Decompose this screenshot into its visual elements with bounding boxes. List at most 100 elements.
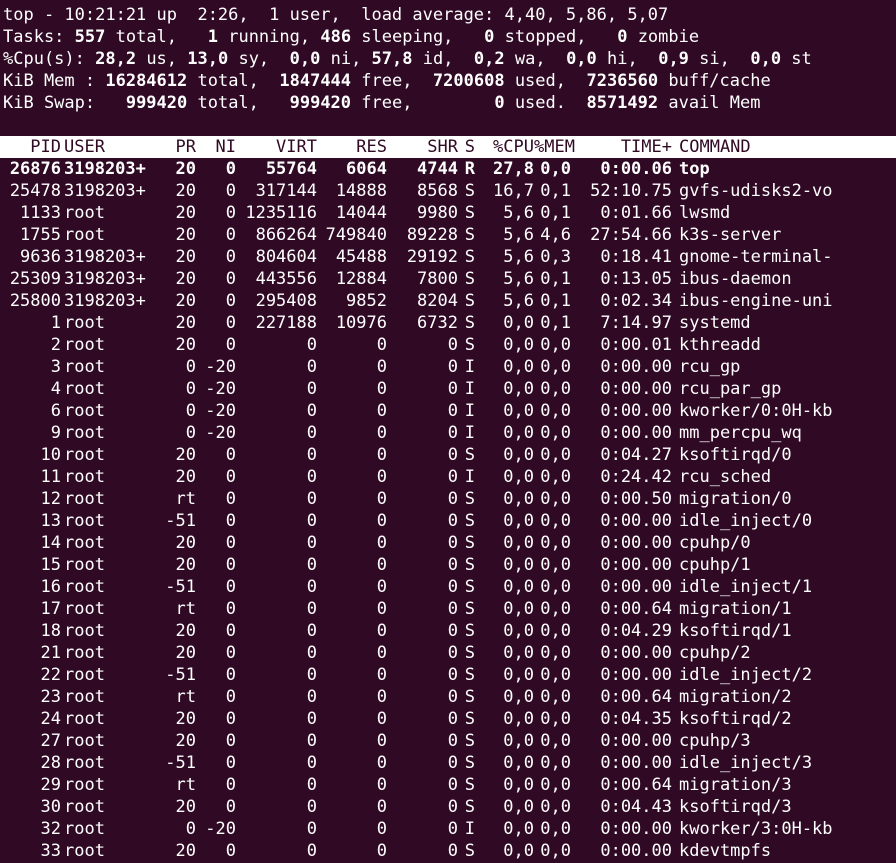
proc-priority: 20 [175,181,196,201]
table-row[interactable]: 11 root 20 0 0 0 0 I 0,0 0,0 0:24.42 rcu_sched [3,466,896,488]
proc-mem: 0,0 [540,841,571,861]
proc-state: S [464,489,475,509]
table-row[interactable]: 24 root 20 0 0 0 0 S 0,0 0,0 0:04.35 ksoftirqd/2 [3,708,896,730]
proc-command: k3s-server [679,225,782,245]
col-command: COMMAND [679,137,751,157]
table-row[interactable]: 14 root 20 0 0 0 0 S 0,0 0,0 0:00.00 cpuhp/0 [3,532,896,554]
proc-res: 0 [376,753,387,773]
cpu-label: %Cpu(s): [3,49,96,69]
proc-res: 0 [376,775,387,795]
proc-pid: 1 [50,313,61,333]
table-row[interactable]: 16 root -51 0 0 0 0 S 0,0 0,0 0:00.00 idle_inject/1 [3,576,896,598]
table-row[interactable]: 17 root rt 0 0 0 0 S 0,0 0,0 0:00.64 migration/1 [3,598,896,620]
table-row[interactable]: 23 root rt 0 0 0 0 S 0,0 0,0 0:00.64 migration/2 [3,686,896,708]
proc-state: S [464,621,475,641]
proc-cpu: 5,6 [503,203,534,223]
proc-pid: 1133 [20,203,61,223]
proc-priority: 20 [175,621,196,641]
proc-state: S [464,225,475,245]
proc-virt: 0 [306,401,317,421]
proc-user: root [64,753,105,773]
table-row[interactable]: 10 root 20 0 0 0 0 S 0,0 0,0 0:04.27 ksoftirqd/0 [3,444,896,466]
proc-time: 0:00.64 [600,775,672,795]
proc-pid: 10 [40,445,61,465]
proc-res: 0 [376,687,387,707]
proc-cpu: 0,0 [503,335,534,355]
proc-command: ibus-engine-uni [679,291,833,311]
proc-res: 0 [376,797,387,817]
proc-cpu: 0,0 [503,445,534,465]
table-row[interactable]: 2 root 20 0 0 0 0 S 0,0 0,0 0:00.01 kthreadd [3,334,896,356]
table-row[interactable]: 22 root -51 0 0 0 0 S 0,0 0,0 0:00.00 idle_inject/2 [3,664,896,686]
table-row[interactable]: 33 root 20 0 0 0 0 S 0,0 0,0 0:00.00 kdevtmpfs [3,840,896,862]
proc-mem: 0,0 [540,467,571,487]
table-row[interactable]: 9636 3198203+ 20 0 804604 45488 29192 S 5,6 0,3 0:… [3,246,896,268]
proc-shr: 0 [447,335,458,355]
swap-used-label: used. [504,93,587,113]
proc-cpu: 0,0 [503,401,534,421]
table-row[interactable]: 4 root 0 -20 0 0 0 I 0,0 0,0 0:00.00 rcu_par_gp [3,378,896,400]
table-row[interactable]: 26876 3198203+ 20 0 55764 6064 4744 R 27,8 0,0 0:0… [3,158,896,180]
proc-shr: 0 [447,841,458,861]
table-row[interactable]: 28 root -51 0 0 0 0 S 0,0 0,0 0:00.00 idle_inject/3 [3,752,896,774]
proc-priority: -51 [165,665,196,685]
table-row[interactable]: 12 root rt 0 0 0 0 S 0,0 0,0 0:00.50 migration/0 [3,488,896,510]
col-pr: PR [175,137,196,157]
table-row[interactable]: 25309 3198203+ 20 0 443556 12884 7800 S 5,6 0,1 0:… [3,268,896,290]
proc-nice: -20 [205,401,236,421]
proc-nice: 0 [225,687,236,707]
proc-priority: 20 [175,841,196,861]
proc-cpu: 5,6 [503,291,534,311]
table-row[interactable]: 13 root -51 0 0 0 0 S 0,0 0,0 0:00.00 idle_inject/0 [3,510,896,532]
table-row[interactable]: 1755 root 20 0 866264 749840 89228 S 5,6 4,6 27:54… [3,224,896,246]
proc-user: root [64,797,105,817]
table-row[interactable]: 6 root 0 -20 0 0 0 I 0,0 0,0 0:00.00 kworker/0:0H-k… [3,400,896,422]
proc-virt: 0 [306,621,317,641]
proc-virt: 0 [306,467,317,487]
table-row[interactable]: 1133 root 20 0 1235116 14044 9980 S 5,6 0,1 0:01.6… [3,202,896,224]
proc-pid: 13 [40,511,61,531]
proc-mem: 0,0 [540,797,571,817]
table-row[interactable]: 30 root 20 0 0 0 0 S 0,0 0,0 0:04.43 ksoftirqd/3 [3,796,896,818]
proc-state: S [464,247,475,267]
table-row[interactable]: 15 root 20 0 0 0 0 S 0,0 0,0 0:00.00 cpuhp/1 [3,554,896,576]
terminal-window[interactable]: top - 10:21:21 up 2:26, 1 user, load ave… [0,4,896,862]
table-row[interactable]: 25800 3198203+ 20 0 295408 9852 8204 S 5,6 0,1 0:0… [3,290,896,312]
proc-state: I [464,467,475,487]
proc-mem: 0,1 [540,291,571,311]
proc-user: root [64,577,105,597]
proc-cpu: 5,6 [503,269,534,289]
proc-command: ksoftirqd/3 [679,797,792,817]
proc-res: 12884 [335,269,387,289]
proc-pid: 2 [50,335,61,355]
proc-res: 0 [376,643,387,663]
proc-cpu: 0,0 [503,841,534,861]
table-row[interactable]: 29 root rt 0 0 0 0 S 0,0 0,0 0:00.64 migration/3 [3,774,896,796]
proc-pid: 27 [40,731,61,751]
table-row[interactable]: 18 root 20 0 0 0 0 S 0,0 0,0 0:04.29 ksoftirqd/1 [3,620,896,642]
table-row[interactable]: 1 root 20 0 227188 10976 6732 S 0,0 0,1 7:14.97 sys… [3,312,896,334]
process-list[interactable]: 26876 3198203+ 20 0 55764 6064 4744 R 27,8 0,0 0:0… [3,158,896,862]
proc-command: gvfs-udisks2-vo [679,181,833,201]
table-row[interactable]: 27 root 20 0 0 0 0 S 0,0 0,0 0:00.00 cpuhp/3 [3,730,896,752]
proc-command: ibus-daemon [679,269,792,289]
proc-command: ksoftirqd/0 [679,445,792,465]
proc-user: 3198203+ [64,269,146,289]
proc-nice: 0 [225,709,236,729]
proc-priority: 0 [185,423,196,443]
proc-res: 0 [376,423,387,443]
table-row[interactable]: 25478 3198203+ 20 0 317144 14888 8568 S 16,7 0,1 5… [3,180,896,202]
proc-pid: 23 [40,687,61,707]
table-row[interactable]: 3 root 0 -20 0 0 0 I 0,0 0,0 0:00.00 rcu_gp [3,356,896,378]
proc-virt: 0 [306,335,317,355]
table-row[interactable]: 21 root 20 0 0 0 0 S 0,0 0,0 0:00.00 cpuhp/2 [3,642,896,664]
proc-user: root [64,819,105,839]
proc-pid: 15 [40,555,61,575]
proc-priority: rt [175,775,196,795]
proc-pid: 32 [40,819,61,839]
proc-user: root [64,533,105,553]
table-row[interactable]: 32 root 0 -20 0 0 0 I 0,0 0,0 0:00.00 kworker/3:0H-… [3,818,896,840]
proc-user: root [64,379,105,399]
proc-time: 0:00.00 [600,379,672,399]
table-row[interactable]: 9 root 0 -20 0 0 0 I 0,0 0,0 0:00.00 mm_percpu_wq [3,422,896,444]
